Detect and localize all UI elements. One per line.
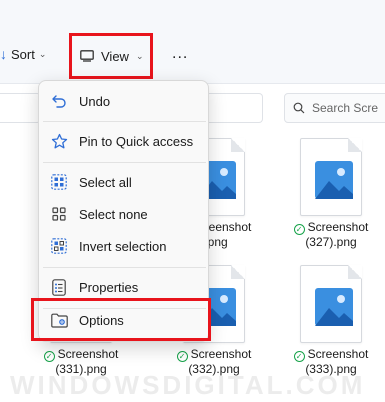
sort-arrow-icon: ↓	[0, 46, 7, 62]
sync-check-icon: ✓	[176, 351, 188, 362]
search-placeholder: Search Scre	[312, 101, 379, 115]
file-name-line2: (327).png	[305, 235, 357, 249]
menu-item-label: Pin to Quick access	[79, 133, 194, 149]
chevron-down-icon: ⌄	[38, 48, 47, 59]
sort-button[interactable]: ↓ Sort ⌄	[0, 42, 46, 66]
file-item[interactable]: ✓ Screenshot (327).png	[283, 138, 379, 250]
properties-icon	[39, 278, 79, 296]
menu-item-label: Undo	[79, 93, 111, 109]
search-icon	[293, 102, 305, 114]
menu-item-pin-to-quick-access[interactable]: Pin to Quick access	[39, 125, 210, 157]
view-button-highlight	[69, 33, 153, 79]
more-options-button[interactable]: ...	[172, 45, 188, 63]
undo-icon	[39, 93, 79, 109]
file-item[interactable]: ✓ Screenshot (333).png	[283, 265, 379, 377]
menu-item-select-all[interactable]: Select all	[39, 166, 210, 198]
menu-separator	[43, 267, 206, 268]
file-name: Screenshot	[307, 220, 369, 234]
sync-check-icon: ✓	[293, 351, 305, 362]
menu-item-label: Invert selection	[79, 238, 167, 254]
menu-item-label: Select all	[79, 174, 132, 190]
file-name: Screenshot	[57, 347, 119, 361]
menu-item-label: Properties	[79, 279, 139, 295]
sync-check-icon: ✓	[43, 351, 55, 362]
select-none-icon	[39, 206, 79, 222]
address-bar[interactable]	[0, 93, 41, 123]
address-bar-end[interactable]	[208, 93, 263, 123]
file-name: Screenshot	[190, 347, 252, 361]
image-file-icon	[300, 138, 362, 216]
file-explorer-window: ↓ Sort ⌄ View ⌄ ... Search Scre ✓Screens…	[0, 0, 385, 402]
menu-item-label: Select none	[79, 206, 148, 222]
command-bar: ↓ Sort ⌄ View ⌄ ...	[0, 0, 385, 84]
invert-selection-icon	[39, 238, 79, 254]
pin-icon	[39, 133, 79, 150]
sync-check-icon: ✓	[293, 224, 305, 235]
select-all-icon	[39, 174, 79, 190]
sort-label: Sort	[11, 46, 35, 62]
options-highlight	[31, 298, 211, 341]
menu-item-undo[interactable]: Undo	[39, 85, 210, 117]
menu-item-invert-selection[interactable]: Invert selection	[39, 230, 210, 262]
menu-separator	[43, 162, 206, 163]
menu-separator	[43, 121, 206, 122]
watermark: WINDOWSDIGITAL.COM	[10, 370, 366, 400]
file-name: Screenshot	[307, 347, 369, 361]
menu-item-select-none[interactable]: Select none	[39, 198, 210, 230]
search-input[interactable]: Search Scre	[284, 93, 385, 123]
image-file-icon	[300, 265, 362, 343]
